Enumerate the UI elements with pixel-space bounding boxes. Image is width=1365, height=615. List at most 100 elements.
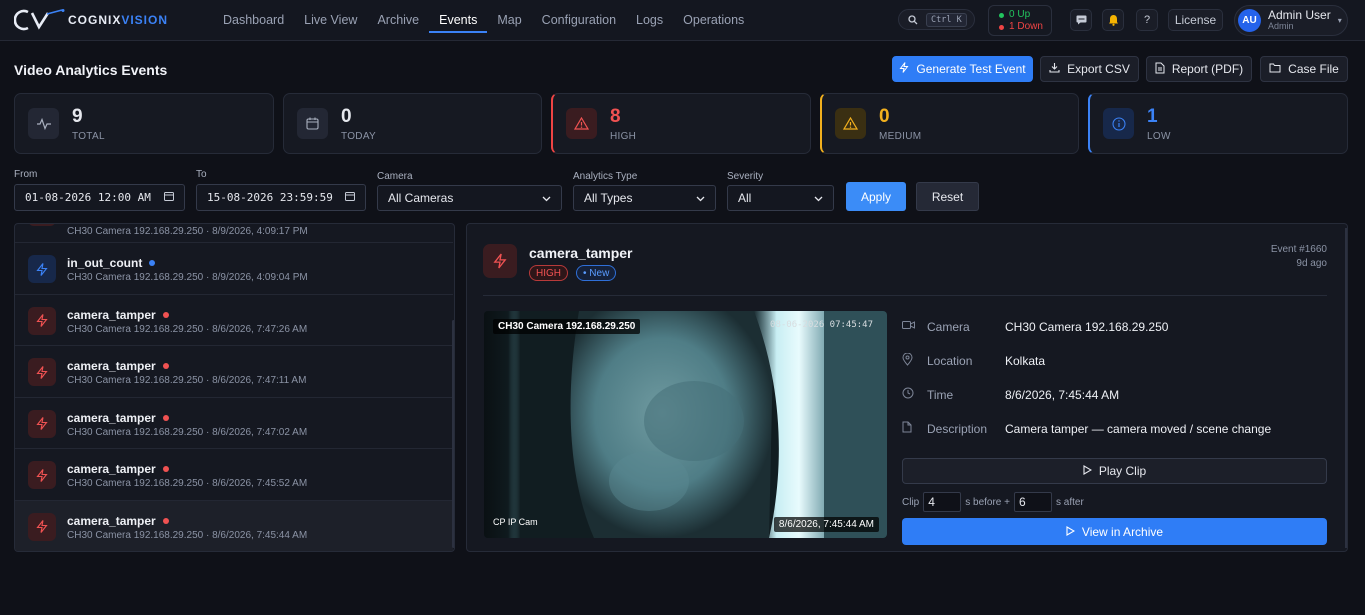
nav-archive[interactable]: Archive	[367, 0, 429, 41]
event-title: in_out_count	[67, 256, 156, 270]
from-label: From	[14, 169, 38, 180]
event-snapshot[interactable]: CH30 Camera 192.168.29.250 08-06-2026 07…	[484, 311, 887, 538]
user-role: Admin	[1268, 20, 1294, 31]
description-key: Description	[927, 422, 988, 436]
view-in-archive-button[interactable]: View in Archive	[902, 518, 1327, 545]
stat-card-high[interactable]: 8 HIGH	[551, 93, 811, 154]
top-navbar: COGNIXVISION Dashboard Live View Archive…	[0, 0, 1365, 41]
bolt-icon	[28, 409, 56, 438]
list-item-selected[interactable]: camera_tamper CH30 Camera 192.168.29.250…	[15, 500, 453, 551]
alert-triangle-icon	[566, 108, 597, 139]
export-csv-button[interactable]: Export CSV	[1040, 56, 1139, 82]
event-subtitle: CH30 Camera 192.168.29.250 · 8/6/2026, 7…	[67, 375, 307, 386]
stat-card-low[interactable]: 1 LOW	[1088, 93, 1348, 154]
reset-button[interactable]: Reset	[916, 182, 979, 211]
to-date-input[interactable]: 15-08-2026 23:59:59	[196, 184, 366, 211]
page-title: Video Analytics Events	[14, 62, 168, 78]
stat-high-value: 8	[610, 106, 621, 127]
bolt-icon	[28, 255, 56, 283]
nav-events[interactable]: Events	[429, 0, 488, 41]
main-nav: Dashboard Live View Archive Events Map C…	[213, 0, 754, 41]
help-button[interactable]: ?	[1136, 9, 1158, 31]
status-up-dot	[999, 12, 1004, 18]
event-detail-panel: camera_tamper HIGH • New Event #1660 9d …	[466, 223, 1348, 552]
play-icon	[1083, 464, 1092, 478]
chevron-down-icon	[696, 191, 705, 205]
case-file-button[interactable]: Case File	[1260, 56, 1348, 82]
apply-button[interactable]: Apply	[846, 182, 906, 211]
list-item[interactable]: camera_tamper CH30 Camera 192.168.29.250…	[15, 449, 453, 501]
bolt-icon	[28, 306, 56, 335]
time-key: Time	[927, 388, 954, 402]
bolt-icon	[28, 358, 56, 386]
report-pdf-button[interactable]: Report (PDF)	[1146, 56, 1252, 82]
event-title: camera_tamper	[67, 359, 169, 373]
severity-select[interactable]: All	[727, 185, 834, 211]
event-subtitle: CH30 Camera 192.168.29.250 · 8/6/2026, 7…	[67, 478, 308, 489]
export-csv-label: Export CSV	[1067, 62, 1130, 76]
calendar-icon	[297, 108, 328, 139]
severity-label: Severity	[727, 171, 764, 182]
license-button[interactable]: License	[1168, 9, 1223, 31]
stat-card-total[interactable]: 9 TOTAL	[14, 93, 274, 154]
event-title: camera_tamper	[67, 514, 169, 528]
nav-configuration[interactable]: Configuration	[532, 0, 626, 41]
user-menu[interactable]: AU Admin User Admin ▾	[1234, 5, 1348, 36]
stat-high-label: HIGH	[610, 131, 637, 142]
location-key: Location	[927, 354, 973, 368]
notifications-button[interactable]	[1102, 9, 1124, 31]
status-down-dot	[999, 24, 1004, 30]
clip-before-label: s before +	[965, 496, 1010, 508]
list-item[interactable]: camera_tamper CH30 Camera 192.168.29.250…	[15, 295, 453, 346]
status-down-label: Down	[1017, 21, 1043, 32]
nav-map[interactable]: Map	[487, 0, 531, 41]
detail-scrollbar[interactable]	[1345, 228, 1347, 548]
nav-operations[interactable]: Operations	[673, 0, 754, 41]
stat-total-label: TOTAL	[72, 131, 105, 142]
status-down-count: 1	[1009, 21, 1015, 32]
status-up: 0 Up	[999, 9, 1051, 21]
report-pdf-label: Report (PDF)	[1171, 62, 1244, 76]
stat-medium-label: MEDIUM	[879, 131, 922, 142]
play-clip-button[interactable]: Play Clip	[902, 458, 1327, 484]
messages-button[interactable]	[1070, 9, 1092, 31]
analytics-type-value: All Types	[584, 191, 633, 205]
analytics-type-label: Analytics Type	[573, 171, 638, 182]
clip-before-input[interactable]: 4	[923, 492, 962, 512]
play-clip-label: Play Clip	[1098, 464, 1147, 478]
list-item[interactable]: camera_tamper CH30 Camera 192.168.29.250…	[15, 398, 453, 449]
snapshot-image	[484, 311, 887, 538]
clip-after-input[interactable]: 6	[1014, 492, 1052, 512]
user-name: Admin User	[1268, 7, 1331, 22]
clip-after-label: s after	[1056, 496, 1084, 508]
detail-title: camera_tamper	[529, 245, 633, 261]
from-date-input[interactable]: 01-08-2026 12:00 AM	[14, 184, 185, 211]
camera-label: Camera	[377, 171, 413, 182]
camera-status-summary[interactable]: 0 Up 1 Down	[988, 5, 1052, 36]
camera-select[interactable]: All Cameras	[377, 185, 562, 211]
bolt-icon	[483, 244, 517, 278]
event-subtitle: CH30 Camera 192.168.29.250 · 8/6/2026, 7…	[67, 426, 308, 438]
list-item[interactable]: in_out_count CH30 Camera 192.168.29.250 …	[15, 243, 453, 295]
download-icon	[1049, 62, 1060, 76]
severity-dot	[162, 311, 169, 318]
stat-card-medium[interactable]: 0 MEDIUM	[820, 93, 1079, 154]
chat-icon	[1076, 15, 1086, 25]
app-logo[interactable]: COGNIXVISION	[14, 8, 168, 32]
nav-live-view[interactable]: Live View	[294, 0, 367, 41]
stat-card-today[interactable]: 0 TODAY	[283, 93, 542, 154]
capture-time-badge: 8/6/2026, 7:45:44 AM	[773, 517, 879, 532]
nav-dashboard[interactable]: Dashboard	[213, 0, 294, 41]
list-scrollbar[interactable]	[452, 320, 454, 548]
severity-dot	[162, 363, 169, 369]
overlay-timestamp: 08-06-2026 07:45:47	[770, 320, 873, 330]
list-item[interactable]: camera_tamper CH30 Camera 192.168.29.250…	[15, 346, 453, 398]
list-item[interactable]: CH30 Camera 192.168.29.250 · 8/9/2026, 4…	[15, 224, 453, 243]
command-search-button[interactable]: Ctrl K	[898, 9, 975, 30]
stat-total-value: 9	[72, 106, 83, 127]
analytics-type-select[interactable]: All Types	[573, 185, 716, 211]
nav-logs[interactable]: Logs	[626, 0, 673, 41]
info-icon	[1103, 108, 1134, 139]
camera-key: Camera	[927, 320, 970, 334]
generate-test-event-button[interactable]: Generate Test Event	[892, 56, 1033, 82]
